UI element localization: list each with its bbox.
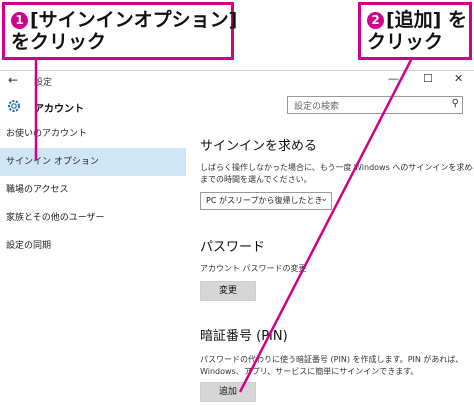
callout-2-number: 2 — [367, 12, 384, 29]
callout-2-text: 2 [追加] を クリック — [367, 9, 467, 53]
callout-1-text: 1 [サインインオプション] をクリック — [11, 9, 237, 53]
callout-pointers — [34, 57, 414, 393]
callout-1-number: 1 — [11, 12, 28, 29]
callout-2-line2: クリック — [367, 31, 444, 53]
callout-1: 1 [サインインオプション] をクリック — [2, 2, 237, 60]
callout-2-line1: [追加] を — [386, 9, 467, 31]
callout-2-pointer — [238, 57, 414, 393]
callout-1-line2: をクリック — [11, 31, 107, 53]
callout-2: 2 [追加] を クリック — [358, 2, 472, 60]
callout-1-line1: [サインインオプション] — [30, 9, 238, 31]
